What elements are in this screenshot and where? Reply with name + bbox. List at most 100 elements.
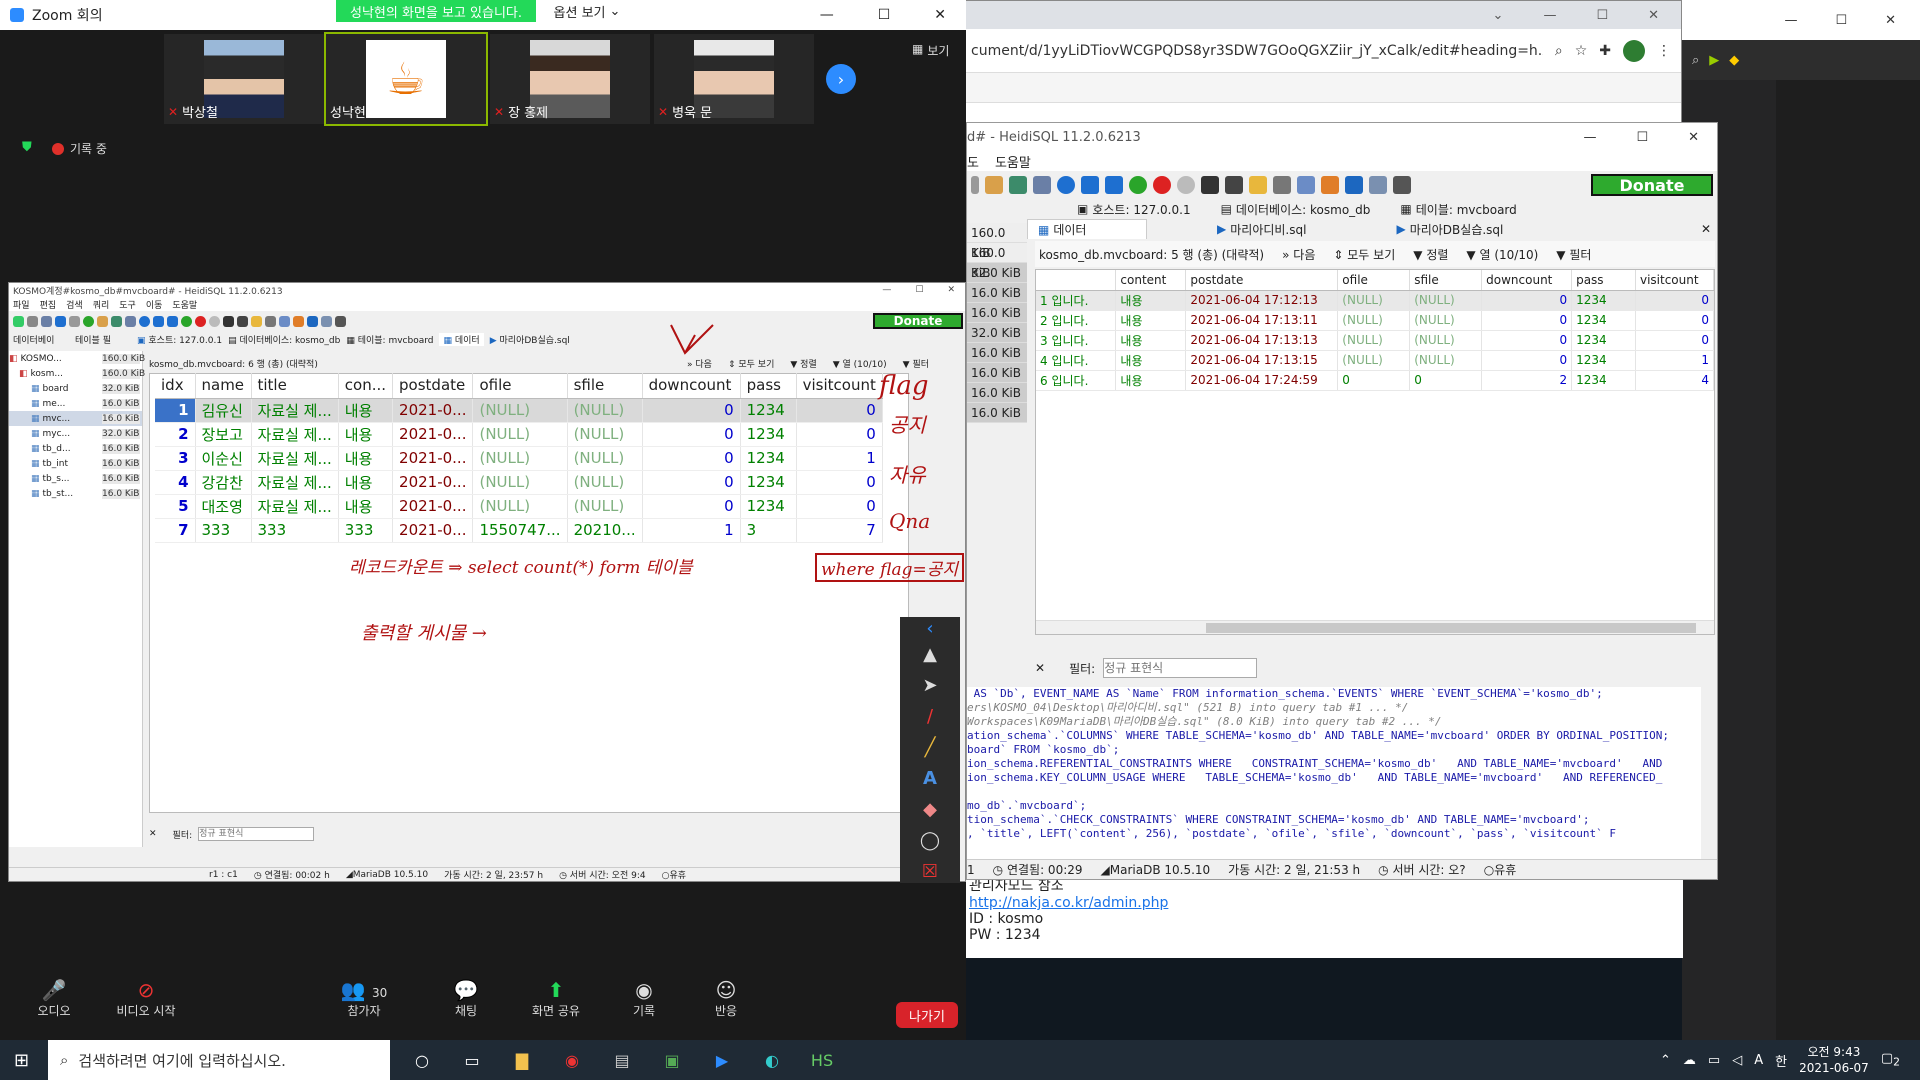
table-cell[interactable]: 0 xyxy=(796,470,883,495)
table-cell[interactable]: 2021-0... xyxy=(392,494,474,519)
table-cell[interactable]: 1550747... xyxy=(472,518,568,543)
sort-button[interactable]: ▼ 정렬 xyxy=(790,357,816,370)
log-scrollbar[interactable] xyxy=(1701,687,1717,859)
tree-item[interactable]: ▦ tb_s... 16.0 KiB xyxy=(9,471,142,486)
menu-item[interactable]: 도움말 xyxy=(172,298,197,311)
table-cell[interactable]: 이순신 xyxy=(195,446,252,471)
table-cell[interactable]: 0 xyxy=(1481,310,1573,331)
view-button[interactable]: ▦ 보기 xyxy=(912,42,949,59)
view-options-button[interactable]: 옵션 보기 ⌄ xyxy=(542,0,632,22)
import-icon[interactable] xyxy=(1009,176,1027,194)
table-cell[interactable]: 자료실 제... xyxy=(251,446,339,471)
tab-host[interactable]: ▣ 호스트: 127.0.0.1 xyxy=(137,333,222,346)
table-cell[interactable]: 자료실 제... xyxy=(251,422,339,447)
table-cell[interactable]: 2 xyxy=(155,422,196,447)
tree-tab[interactable]: 데이터베이 xyxy=(13,333,69,346)
eraser-icon[interactable]: ◆ xyxy=(910,798,950,821)
doc-link[interactable]: http://nakja.co.kr/admin.php xyxy=(969,895,1168,911)
menu-item[interactable]: 도 xyxy=(967,152,979,171)
table-cell[interactable]: 1234 xyxy=(1571,330,1636,351)
chat-button[interactable]: 💬 채팅 xyxy=(426,978,506,1019)
table-row[interactable]: 6 입니다. 내용 2021-06-04 17:24:59 0 0 2 1234 4 xyxy=(1036,370,1715,391)
post-icon[interactable] xyxy=(1177,176,1195,194)
participant-video[interactable]: ✕ 병욱 문 xyxy=(654,34,814,124)
filter-button[interactable]: ▼ 필터 xyxy=(1556,246,1591,263)
table-cell[interactable]: (NULL) xyxy=(472,470,568,495)
tree-item[interactable]: ▦ tb_d... 16.0 KiB xyxy=(9,441,142,456)
zoom-icon[interactable]: ⌕ xyxy=(1555,43,1563,59)
table-cell[interactable]: 5 xyxy=(155,494,196,519)
col-header[interactable]: name xyxy=(195,373,252,399)
reactions-button[interactable]: ☺ 반응 xyxy=(686,978,766,1019)
url-text[interactable]: cument/d/1yyLiDTiovWCGPQDS8yr3SDW7GOoQGX… xyxy=(971,43,1543,59)
maximize-icon[interactable]: ☐ xyxy=(878,7,891,23)
menu-item[interactable]: 검색 xyxy=(66,298,83,311)
table-cell[interactable]: 6 입니다. xyxy=(1036,370,1117,391)
tab-search-icon[interactable]: ⌄ xyxy=(1493,8,1504,23)
table-cell[interactable]: (NULL) xyxy=(472,422,568,447)
table-row[interactable]: 4 강감찬 자료실 제... 내용 2021-0... (NULL) (NULL) 0 1234… xyxy=(155,470,883,495)
table-cell[interactable]: 2021-06-04 17:24:59 xyxy=(1185,370,1339,391)
table-cell[interactable]: 3 xyxy=(740,518,797,543)
close-icon[interactable]: ✕ xyxy=(1648,8,1659,23)
col-header[interactable]: postdate xyxy=(392,373,474,399)
sort-button[interactable]: ▼ 정렬 xyxy=(1413,246,1448,263)
extensions-icon[interactable]: ✚ xyxy=(1599,43,1611,59)
tab-table[interactable]: ▦ 테이블: mvcboard xyxy=(346,333,433,346)
last-record-icon[interactable] xyxy=(167,315,178,327)
col-header[interactable]: con... xyxy=(338,373,394,399)
table-cell[interactable]: 1 xyxy=(796,446,883,471)
table-row[interactable]: 1 입니다. 내용 2021-06-04 17:12:13 (NULL) (NULL) 0… xyxy=(1036,290,1715,311)
cloud-icon[interactable]: ☁ xyxy=(1683,1053,1696,1068)
col-header[interactable]: postdate xyxy=(1185,270,1339,291)
donate-button[interactable]: Donate xyxy=(873,313,963,329)
windows-start-icon[interactable]: ⊞ xyxy=(14,1050,29,1071)
tree-item[interactable]: ▦ mvc... 16.0 KiB xyxy=(9,411,142,426)
maximize-icon[interactable]: ☐ xyxy=(915,285,923,295)
open-folder-icon[interactable] xyxy=(1249,176,1267,194)
delete-row-icon[interactable] xyxy=(195,315,206,327)
maximize-icon[interactable]: ☐ xyxy=(1596,8,1608,23)
tree-item[interactable]: ◧ kosm... 160.0 KiB xyxy=(9,366,145,381)
run-icon[interactable]: ▶ xyxy=(1709,53,1719,68)
share-screen-button[interactable]: ⬆ 화면 공유 xyxy=(516,978,596,1019)
filter-input[interactable] xyxy=(198,827,315,841)
edge-icon[interactable]: ◐ xyxy=(760,1048,784,1072)
help-icon[interactable] xyxy=(139,315,150,327)
filter-input[interactable] xyxy=(1103,658,1258,678)
first-record-icon[interactable] xyxy=(153,315,164,327)
table-cell[interactable]: 내용 xyxy=(338,470,394,495)
minimize-icon[interactable]: — xyxy=(1583,130,1596,145)
refresh-icon[interactable] xyxy=(83,315,94,327)
col-header[interactable]: visitcount xyxy=(1635,270,1715,291)
table-cell[interactable]: 내용 xyxy=(338,398,394,423)
find-icon[interactable] xyxy=(1297,176,1315,194)
taskbar-search[interactable]: ⌕ 검색하려면 여기에 입력하십시오. xyxy=(48,1040,390,1080)
run-icon[interactable] xyxy=(1225,176,1243,194)
table-cell[interactable]: 강감찬 xyxy=(195,470,252,495)
table-cell[interactable]: 1234 xyxy=(1571,350,1636,371)
table-row[interactable]: 4 입니다. 내용 2021-06-04 17:13:15 (NULL) (NULL) 0… xyxy=(1036,350,1715,371)
tree-tab[interactable]: 테이블 필 xyxy=(75,333,131,346)
donate-button[interactable]: Donate xyxy=(1591,174,1713,196)
table-row[interactable]: 1 김유신 자료실 제... 내용 2021-0... (NULL) (NULL) 0 1234… xyxy=(155,398,883,423)
minimize-icon[interactable]: — xyxy=(1784,13,1797,28)
debug-icon[interactable]: ◆ xyxy=(1729,53,1739,68)
tree-item[interactable]: ▦ tb_st... 16.0 KiB xyxy=(9,486,142,501)
profile-avatar[interactable] xyxy=(1623,39,1645,62)
table-cell[interactable]: 1 xyxy=(1635,350,1715,371)
table-cell[interactable]: 내용 xyxy=(1115,330,1187,351)
table-cell[interactable]: 내용 xyxy=(1115,370,1187,391)
close-icon[interactable]: ✕ xyxy=(1885,13,1896,28)
table-cell[interactable]: 2021-06-04 17:13:15 xyxy=(1185,350,1339,371)
col-header[interactable]: ofile xyxy=(472,373,568,399)
table-cell[interactable]: 333 xyxy=(338,518,394,543)
horizontal-scrollbar[interactable] xyxy=(1036,620,1714,634)
table-cell[interactable]: 2021-0... xyxy=(392,446,474,471)
table-cell[interactable]: 1234 xyxy=(1571,310,1636,331)
table-cell[interactable]: (NULL) xyxy=(567,470,643,495)
table-cell[interactable]: 0 xyxy=(1481,290,1573,311)
show-all-button[interactable]: ⇕ 모두 보기 xyxy=(728,357,774,370)
col-header[interactable]: pass xyxy=(1571,270,1636,291)
table-cell[interactable]: 7 xyxy=(155,518,196,543)
